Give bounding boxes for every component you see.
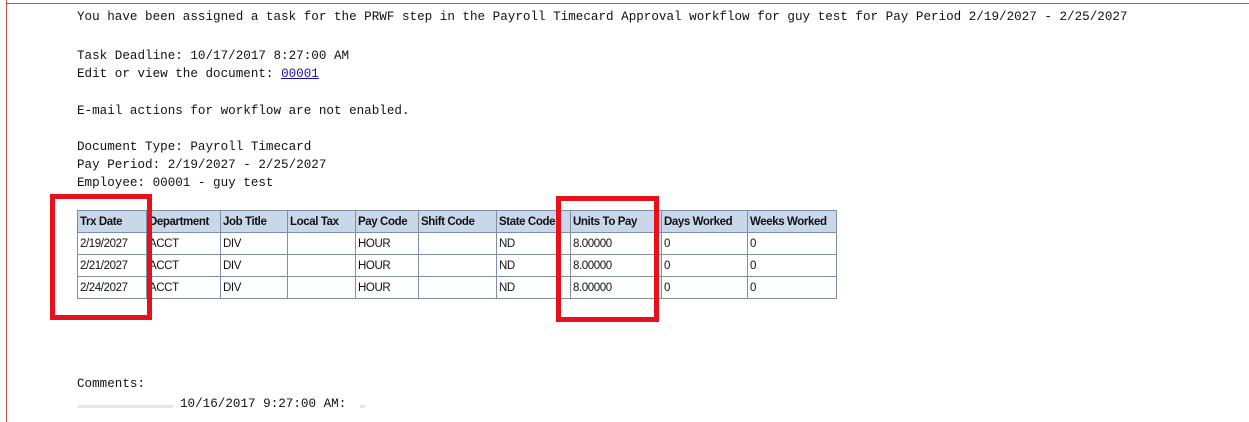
col-days-worked: Days Worked [661, 210, 748, 233]
cell-days-worked: 0 [661, 276, 748, 299]
cell-weeks-worked: 0 [747, 232, 837, 255]
cell-job-title: DIV [220, 276, 288, 299]
cell-local-tax [287, 232, 356, 255]
cell-days-worked: 0 [661, 254, 748, 277]
col-weeks-worked: Weeks Worked [747, 210, 837, 233]
table-header-row: Trx Date Department Job Title Local Tax … [77, 210, 837, 233]
table-row: 2/24/2027 ACCT DIV HOUR ND 8.00000 0 0 [77, 276, 837, 299]
cell-local-tax [287, 254, 356, 277]
highlight-box-units-to-pay [556, 196, 659, 322]
pay-period: Pay Period: 2/19/2027 - 2/25/2027 [77, 158, 327, 172]
document-link[interactable]: 00001 [281, 67, 319, 81]
email-actions-note: E-mail actions for workflow are not enab… [77, 104, 410, 118]
table-row: 2/19/2027 ACCT DIV HOUR ND 8.00000 0 0 [77, 232, 837, 255]
col-shift-code: Shift Code [418, 210, 497, 233]
comment-timestamp: 10/16/2017 9:27:00 AM: [180, 397, 347, 411]
cell-pay-code: HOUR [355, 254, 419, 277]
col-job-title: Job Title [220, 210, 288, 233]
task-deadline: Task Deadline: 10/17/2017 8:27:00 AM [77, 49, 350, 63]
cell-department: ACCT [146, 254, 221, 277]
cell-weeks-worked: 0 [747, 276, 837, 299]
cell-department: ACCT [146, 276, 221, 299]
cell-shift-code [418, 254, 497, 277]
cell-job-title: DIV [220, 232, 288, 255]
highlight-box-trx-date [50, 194, 152, 320]
window-top-border [6, 3, 1249, 4]
cell-shift-code [418, 276, 497, 299]
cell-pay-code: HOUR [355, 276, 419, 299]
cell-job-title: DIV [220, 254, 288, 277]
window-left-border [6, 0, 7, 422]
cell-pay-code: HOUR [355, 232, 419, 255]
cell-shift-code [418, 232, 497, 255]
edit-view-line: Edit or view the document: 00001 [77, 65, 319, 83]
document-type: Document Type: Payroll Timecard [77, 140, 312, 154]
cell-local-tax [287, 276, 356, 299]
col-pay-code: Pay Code [355, 210, 419, 233]
comments-label: Comments: [77, 377, 146, 391]
col-local-tax: Local Tax [287, 210, 356, 233]
cell-days-worked: 0 [661, 232, 748, 255]
timecard-table: Trx Date Department Job Title Local Tax … [77, 210, 837, 299]
table-row: 2/21/2027 ACCT DIV HOUR ND 8.00000 0 0 [77, 254, 837, 277]
redacted-name [78, 405, 173, 408]
col-department: Department [146, 210, 221, 233]
cell-weeks-worked: 0 [747, 254, 837, 277]
redacted-comment [360, 405, 365, 408]
cell-department: ACCT [146, 232, 221, 255]
edit-view-label: Edit or view the document: [77, 67, 282, 81]
intro-text: You have been assigned a task for the PR… [77, 10, 1128, 24]
employee: Employee: 00001 - guy test [77, 176, 274, 190]
